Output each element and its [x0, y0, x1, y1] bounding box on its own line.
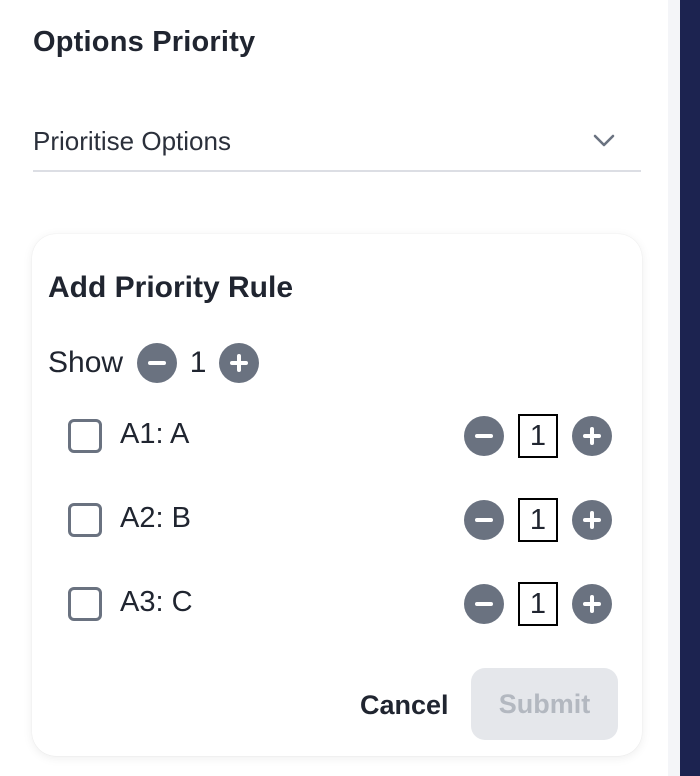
add-priority-rule-card: Add Priority Rule Show 1 A1: A 1 A2: B 1… [32, 234, 642, 756]
show-increment-button[interactable] [219, 343, 260, 383]
option-row-a1: A1: A 1 [68, 414, 612, 458]
increment-button[interactable] [572, 416, 612, 456]
quantity-input[interactable]: 1 [518, 582, 558, 626]
increment-button[interactable] [572, 584, 612, 624]
side-panel-edge [680, 0, 700, 776]
options-priority-panel: Options Priority Prioritise Options Add … [0, 0, 668, 776]
quantity-input[interactable]: 1 [518, 498, 558, 542]
show-decrement-button[interactable] [137, 343, 178, 383]
submit-button[interactable]: Submit [471, 668, 618, 740]
option-checkbox-a3[interactable] [68, 587, 102, 621]
decrement-button[interactable] [464, 584, 504, 624]
content-gutter [668, 0, 680, 776]
option-label: A1: A [120, 418, 190, 450]
chevron-down-icon [593, 134, 615, 147]
quantity-stepper: 1 [464, 582, 612, 626]
cancel-button[interactable]: Cancel [360, 670, 449, 740]
option-label: A3: C [120, 586, 193, 618]
select-value: Prioritise Options [33, 126, 231, 156]
quantity-input[interactable]: 1 [518, 414, 558, 458]
option-row-a2: A2: B 1 [68, 498, 612, 542]
card-title: Add Priority Rule [48, 271, 294, 304]
decrement-button[interactable] [464, 416, 504, 456]
section-title: Options Priority [33, 26, 256, 58]
option-label: A2: B [120, 502, 191, 534]
decrement-button[interactable] [464, 500, 504, 540]
show-count-value: 1 [189, 346, 207, 379]
quantity-stepper: 1 [464, 414, 612, 458]
option-checkbox-a2[interactable] [68, 503, 102, 537]
quantity-stepper: 1 [464, 498, 612, 542]
prioritise-options-select[interactable]: Prioritise Options [33, 112, 641, 172]
show-label: Show [48, 346, 124, 379]
option-checkbox-a1[interactable] [68, 419, 102, 453]
increment-button[interactable] [572, 500, 612, 540]
show-count-row: Show 1 [48, 342, 260, 384]
option-row-a3: A3: C 1 [68, 582, 612, 626]
